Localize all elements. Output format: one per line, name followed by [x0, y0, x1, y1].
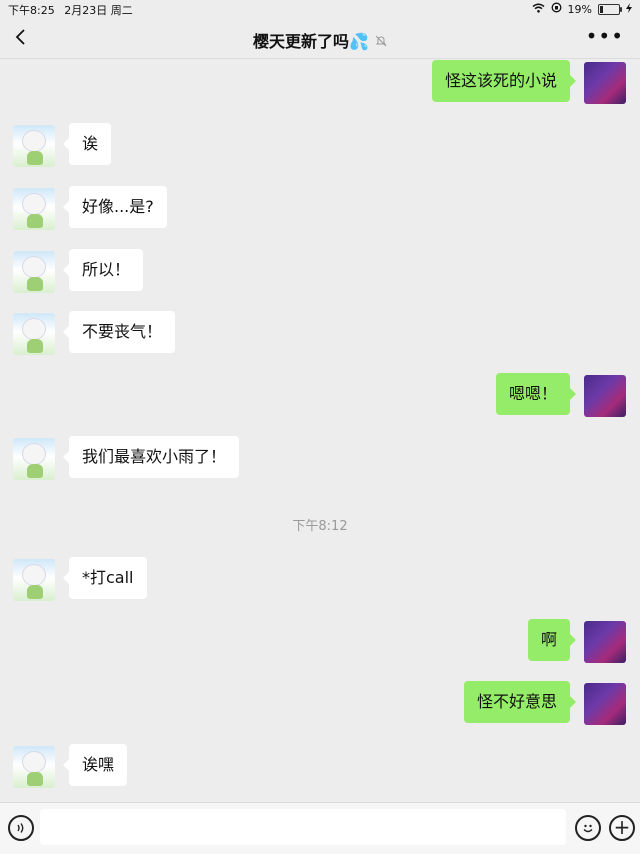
message-bubble[interactable]: 怪这该死的小说 [431, 60, 577, 102]
message-bubble[interactable]: 嗯嗯！ [495, 373, 577, 415]
message-row: 啊 [0, 619, 640, 663]
message-list: 怪这该死的小说 诶 好像...是? 所以！ 不要丧气！ 嗯嗯！ 我们最喜欢小雨了… [0, 0, 640, 853]
message-row: 不要丧气！ [0, 311, 640, 355]
message-bubble[interactable]: 诶嘿 [62, 744, 128, 786]
message-bubble[interactable]: 啊 [527, 619, 577, 661]
message-row: 怪不好意思 [0, 681, 640, 725]
message-row: 嗯嗯！ [0, 373, 640, 417]
message-row: 好像...是? [0, 186, 640, 230]
message-bubble[interactable]: *打call [63, 557, 147, 599]
input-bar: + [0, 802, 640, 854]
message-bubble[interactable]: 怪不好意思 [463, 681, 577, 723]
avatar[interactable] [13, 746, 55, 788]
avatar[interactable] [584, 375, 626, 417]
message-row: 诶 [0, 123, 640, 167]
emoji-icon[interactable] [575, 815, 601, 841]
avatar[interactable] [13, 313, 55, 355]
avatar[interactable] [13, 438, 55, 480]
message-row: 所以！ [0, 249, 640, 293]
message-input[interactable] [40, 809, 566, 845]
avatar[interactable] [584, 621, 626, 663]
voice-icon[interactable] [8, 815, 34, 841]
message-bubble[interactable]: 好像...是? [63, 186, 167, 228]
message-bubble[interactable]: 我们最喜欢小雨了！ [62, 436, 240, 478]
message-row: 怪这该死的小说 [0, 60, 640, 104]
avatar[interactable] [584, 683, 626, 725]
avatar[interactable] [13, 125, 55, 167]
message-bubble[interactable]: 诶 [62, 123, 112, 165]
message-row: 我们最喜欢小雨了！ [0, 436, 640, 480]
plus-icon[interactable]: + [609, 815, 635, 841]
message-bubble[interactable]: 所以！ [62, 249, 144, 291]
message-bubble[interactable]: 不要丧气！ [62, 311, 176, 353]
avatar[interactable] [13, 559, 55, 601]
message-row: *打call [0, 557, 640, 601]
avatar[interactable] [13, 251, 55, 293]
avatar[interactable] [13, 188, 55, 230]
avatar[interactable] [584, 62, 626, 104]
message-row: 诶嘿 [0, 744, 640, 788]
message-timestamp: 下午8:12 [292, 519, 348, 534]
